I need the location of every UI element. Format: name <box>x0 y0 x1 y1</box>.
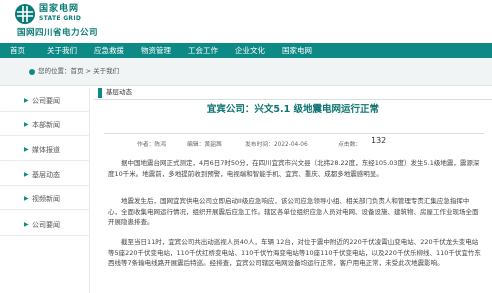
nav-item-emergency[interactable]: 应急救援 <box>94 43 124 58</box>
nav-item-materials[interactable]: 物资管理 <box>141 43 171 58</box>
sidebar-item-grassroots[interactable]: ▶ 基层动态 <box>0 164 90 186</box>
sidebar-item-label: 视频新闻 <box>32 195 60 203</box>
arrow-right-icon: ▶ <box>24 171 29 178</box>
nav-item-state-grid[interactable]: 国家电网 <box>282 43 312 58</box>
brand-name-en: STATE GRID <box>39 15 82 22</box>
article-paragraph: 地震发生后，国网宜宾供电公司立即启动II级应急响应，该公司应急领导小组、相关部门… <box>108 197 479 226</box>
article-views-label: 点击数： <box>338 142 362 148</box>
article-publish-time: 发布时间：2022-04-06 <box>245 142 308 148</box>
sidebar-item-label: 公司要闻 <box>32 97 60 105</box>
article-paragraph: 据中国地震台网正式测定，4月6日7时50分，在四川宜宾市兴文县（北纬28.22度… <box>108 159 480 178</box>
company-name: 国网四川省电力公司 <box>17 28 99 38</box>
sidebar-item-media[interactable]: ▶ 媒体报道 <box>0 139 90 161</box>
breadcrumb-text[interactable]: 您的位置：首页 > 关于我们 <box>38 66 119 77</box>
article-divider <box>104 133 484 134</box>
sidebar-item-video[interactable]: ▶ 视频新闻 <box>0 188 90 210</box>
article-paragraph: 截至当日11时，宜宾公司共出动巡视人员40人，车辆 12台，对位于震中附近的22… <box>108 238 481 267</box>
article-author: 作者：陈鸿 <box>137 142 166 148</box>
sidebar-item-label: 本部新闻 <box>32 121 60 129</box>
nav-item-about[interactable]: 关于我们 <box>47 43 77 58</box>
sidebar: ▶ 公司要闻 ▶ 本部新闻 ▶ 媒体报道 ▶ 基层动态 ▶ 视频新闻 ▶ 公司要… <box>0 88 90 293</box>
arrow-right-icon: ▶ <box>24 221 29 228</box>
section-title: 基层动态 <box>106 88 132 96</box>
article-title: 宜宾公司：兴文5.1 级地震电网运行正常 <box>206 104 380 115</box>
site-header: 国家电网 STATE GRID 国网四川省电力公司 <box>0 0 492 43</box>
article-views-count: 132 <box>371 136 387 145</box>
breadcrumb: 您的位置：首页 > 关于我们 <box>0 58 492 86</box>
arrow-right-icon: ▶ <box>24 195 29 202</box>
sidebar-item-label: 公司要闻 <box>32 221 60 229</box>
sidebar-item-hq-news[interactable]: ▶ 本部新闻 <box>0 114 90 136</box>
article-editor: 编辑：黄韶茜 <box>187 142 222 148</box>
nav-item-home[interactable]: 首页 <box>10 43 25 58</box>
brand-name-cn: 国家电网 <box>39 4 80 14</box>
arrow-right-icon: ▶ <box>24 146 29 153</box>
sidebar-item-label: 基层动态 <box>32 171 60 179</box>
arrow-right-icon: ▶ <box>24 97 29 104</box>
location-icon <box>29 69 35 75</box>
state-grid-logo-icon[interactable] <box>14 3 36 25</box>
sidebar-item-company-news[interactable]: ▶ 公司要闻 <box>0 90 90 112</box>
sidebar-item-company-news-2[interactable]: ▶ 公司要闻 <box>0 214 90 236</box>
arrow-right-icon: ▶ <box>24 121 29 128</box>
nav-item-culture[interactable]: 企业文化 <box>235 43 265 58</box>
section-header: 基层动态 <box>94 86 492 100</box>
section-marker <box>98 88 102 98</box>
nav-item-union[interactable]: 工会工作 <box>188 43 218 58</box>
main-nav: 首页 关于我们 应急救援 物资管理 工会工作 企业文化 国家电网 <box>0 43 492 58</box>
sidebar-item-label: 媒体报道 <box>32 146 60 154</box>
